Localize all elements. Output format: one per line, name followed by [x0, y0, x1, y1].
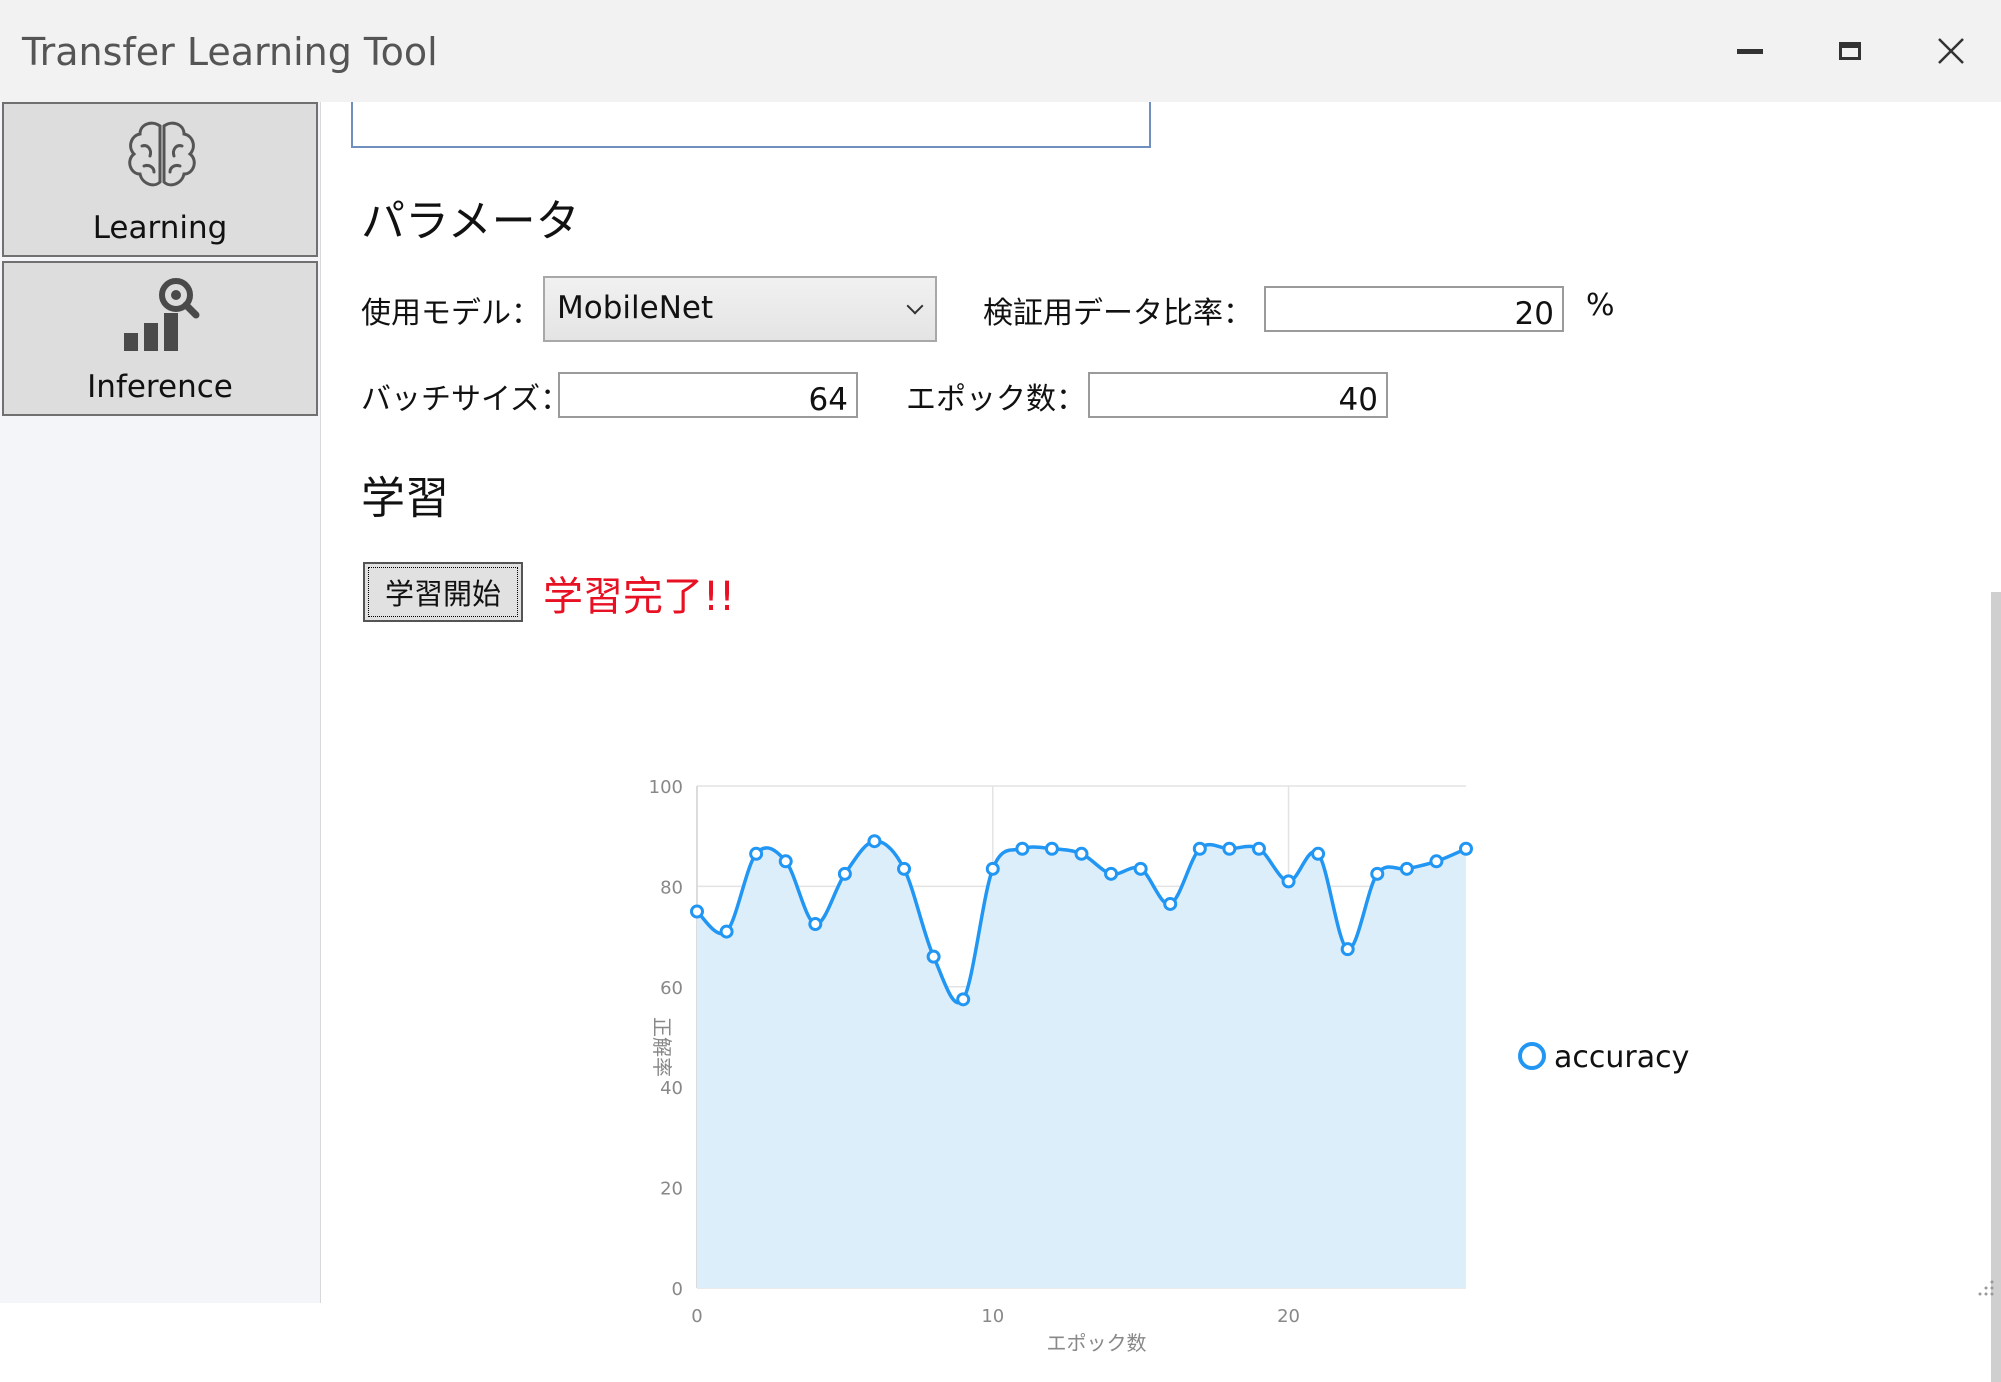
validation-ratio-input[interactable]: 20	[1264, 286, 1564, 332]
validation-ratio-label: 検証用データ比率：	[983, 296, 1253, 331]
data-point	[1222, 841, 1237, 856]
y-tick-label: 100	[649, 777, 683, 798]
close-button[interactable]	[1901, 0, 2001, 102]
start-learning-button[interactable]: 学習開始	[363, 562, 523, 622]
data-point	[778, 854, 793, 869]
x-axis-label: エポック数	[1047, 1331, 1147, 1355]
model-select-value: MobileNet	[557, 290, 714, 326]
title-bar: Transfer Learning Tool	[0, 0, 2001, 102]
y-tick-label: 80	[660, 877, 683, 898]
data-point	[690, 904, 704, 919]
sidebar-item-label: Learning	[92, 210, 228, 246]
data-point	[1281, 874, 1296, 889]
data-point	[985, 861, 1000, 876]
y-tick-label: 20	[660, 1179, 683, 1200]
accuracy-chart: 0 20 40 60 80 100 0 10 20 エポック数 正解率 accuracy	[649, 777, 1690, 1355]
model-select[interactable]: MobileNet	[543, 276, 937, 342]
model-label: 使用モデル：	[361, 296, 541, 331]
legend-marker	[1518, 1042, 1546, 1070]
vertical-scrollbar[interactable]	[1991, 592, 2001, 1382]
y-tick-label: 40	[660, 1078, 683, 1099]
data-point	[1163, 896, 1178, 911]
learning-heading: 学習	[361, 473, 449, 524]
data-point	[808, 917, 823, 932]
close-icon	[1938, 38, 1964, 64]
data-point	[926, 949, 941, 964]
sidebar-item-learning[interactable]: Learning	[2, 102, 318, 257]
data-point	[897, 861, 912, 876]
epochs-label: エポック数：	[906, 382, 1086, 417]
data-point	[1192, 841, 1207, 856]
data-point	[1133, 861, 1148, 876]
epochs-input[interactable]: 40	[1088, 372, 1388, 418]
accuracy-area	[697, 841, 1466, 1288]
data-point	[867, 834, 882, 849]
parameters-heading: パラメータ	[361, 196, 580, 247]
x-tick-label: 20	[1277, 1306, 1300, 1327]
sidebar-item-inference[interactable]: Inference	[2, 261, 318, 416]
data-point	[1074, 846, 1089, 861]
chart-search-icon	[124, 278, 200, 351]
sidebar: Learning Inference	[0, 102, 321, 1303]
data-point	[1340, 942, 1355, 957]
chevron-down-icon	[906, 297, 924, 315]
sidebar-item-label: Inference	[87, 369, 233, 405]
y-axis-label: 正解率	[650, 1017, 674, 1077]
status-message: 学習完了!!	[543, 574, 736, 620]
legend-label: accuracy	[1554, 1040, 1689, 1075]
x-tick-label: 10	[981, 1306, 1004, 1327]
data-point	[1104, 866, 1119, 881]
data-point	[1370, 866, 1385, 881]
main-content: パラメータ 使用モデル： MobileNet 検証用データ比率： 20 % バッ…	[321, 102, 2001, 1382]
data-point	[1015, 841, 1030, 856]
data-point	[1311, 846, 1326, 861]
validation-ratio-unit: %	[1586, 288, 1615, 323]
data-point	[956, 992, 971, 1007]
text-area[interactable]	[351, 102, 1151, 148]
data-point	[1399, 861, 1414, 876]
data-point	[749, 846, 764, 861]
data-point	[719, 924, 734, 939]
data-point	[1251, 841, 1266, 856]
batch-size-label: バッチサイズ：	[361, 382, 571, 417]
window-title: Transfer Learning Tool	[22, 30, 438, 74]
y-tick-label: 60	[660, 978, 683, 999]
data-point	[1459, 841, 1473, 856]
data-point	[837, 866, 852, 881]
minimize-button[interactable]	[1700, 0, 1800, 102]
data-point	[1429, 854, 1444, 869]
batch-size-input[interactable]: 64	[558, 372, 858, 418]
resize-grip-icon[interactable]	[1977, 1279, 1995, 1297]
maximize-icon	[1839, 42, 1861, 60]
brain-icon	[128, 121, 196, 187]
minimize-icon	[1737, 48, 1763, 54]
y-tick-label: 0	[672, 1279, 683, 1300]
maximize-button[interactable]	[1800, 0, 1900, 102]
data-point	[1044, 841, 1059, 856]
x-tick-label: 0	[691, 1306, 702, 1327]
